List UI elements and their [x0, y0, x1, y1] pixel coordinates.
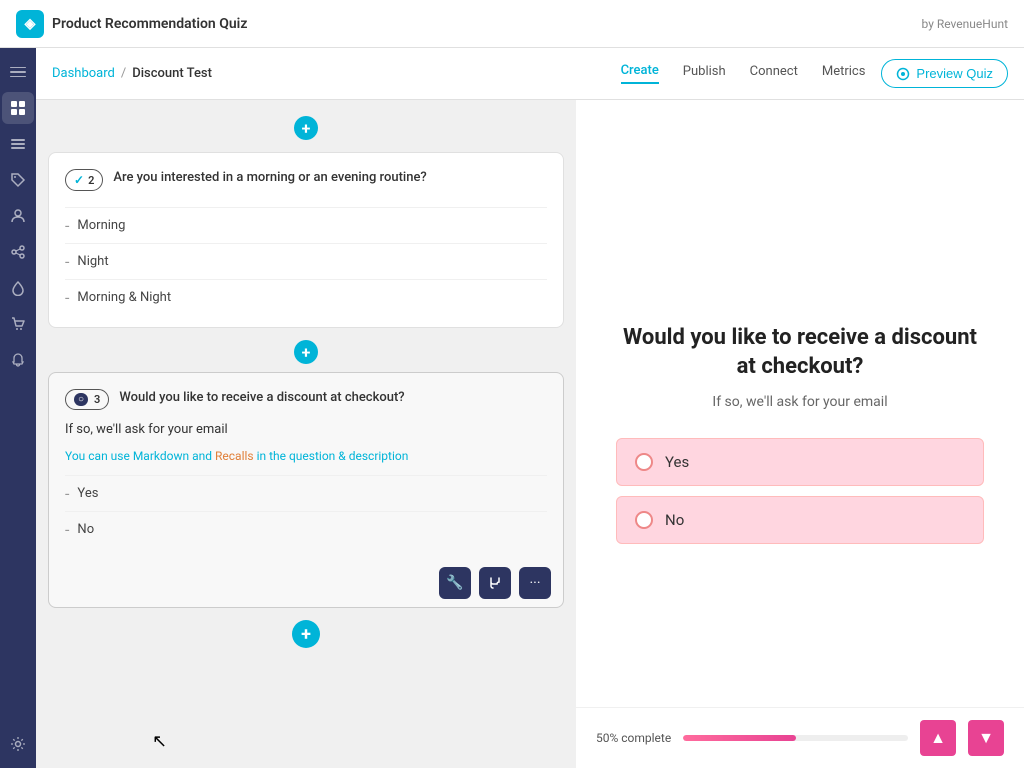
- toggle-icon: ○: [74, 393, 88, 406]
- card-3-options: - Yes - No: [49, 471, 563, 559]
- wrench-button[interactable]: 🔧: [439, 567, 471, 599]
- option-yes-label: Yes: [77, 486, 98, 501]
- bullet-icon: -: [65, 484, 69, 503]
- option-no-label: No: [77, 522, 94, 537]
- cursor: ↖: [152, 731, 167, 752]
- card-3-footer: 🔧 ···: [49, 559, 563, 607]
- card-3-badge-number: 3: [94, 393, 100, 406]
- preview-bottom-bar: 50% complete ▲ ▼: [576, 707, 1024, 768]
- card-2-options: - Morning - Night - Morning & Night: [49, 203, 563, 327]
- radio-yes: [635, 453, 653, 471]
- sidebar-icon-list[interactable]: [2, 128, 34, 160]
- more-button[interactable]: ···: [519, 567, 551, 599]
- quiz-card-2: ✓ 2 Are you interested in a morning or a…: [48, 152, 564, 328]
- card-3-badge[interactable]: ○ 3: [65, 389, 109, 410]
- preview-options: Yes No: [616, 438, 984, 544]
- hint-markdown-link[interactable]: Markdown: [133, 449, 189, 463]
- card-3-header: ○ 3 Would you like to receive a discount…: [49, 373, 563, 422]
- preview-btn-label: Preview Quiz: [916, 66, 993, 81]
- preview-question-text: Would you like to receive a discount at …: [616, 324, 984, 381]
- hint-recalls-link[interactable]: Recalls: [215, 449, 254, 463]
- sidebar: [0, 48, 36, 768]
- card-2-option-3[interactable]: - Morning & Night: [65, 279, 547, 315]
- progress-bar-fill: [683, 735, 795, 741]
- add-question-top-btn[interactable]: +: [294, 116, 318, 140]
- right-panel: Would you like to receive a discount at …: [576, 100, 1024, 768]
- card-3-option-no[interactable]: - No: [65, 511, 547, 547]
- tab-connect[interactable]: Connect: [750, 64, 798, 83]
- app-logo: ◈ Product Recommendation Quiz: [16, 10, 922, 38]
- preview-description-text: If so, we'll ask for your email: [712, 394, 887, 410]
- left-panel: + ✓ 2 Are you interested in a morning or…: [36, 100, 576, 768]
- breadcrumb-dashboard[interactable]: Dashboard: [52, 66, 115, 81]
- nav-arrow-down[interactable]: ▼: [968, 720, 1004, 756]
- logo-icon: ◈: [16, 10, 44, 38]
- tab-publish[interactable]: Publish: [683, 64, 726, 83]
- hint-prefix: You can use: [65, 449, 133, 463]
- card-3-question[interactable]: Would you like to receive a discount at …: [119, 389, 404, 407]
- attribution: by RevenueHunt: [922, 17, 1008, 31]
- option-morning-night-label: Morning & Night: [77, 290, 171, 305]
- nav-arrow-up[interactable]: ▲: [920, 720, 956, 756]
- bullet-icon: -: [65, 288, 69, 307]
- breadcrumb-current: Discount Test: [132, 66, 212, 81]
- card-3-option-yes[interactable]: - Yes: [65, 475, 547, 511]
- preview-quiz-button[interactable]: Preview Quiz: [881, 59, 1008, 88]
- preview-option-yes[interactable]: Yes: [616, 438, 984, 486]
- preview-no-label: No: [665, 511, 684, 529]
- add-question-bottom-btn[interactable]: +: [292, 620, 320, 648]
- branch-button[interactable]: [479, 567, 511, 599]
- sidebar-icon-drop[interactable]: [2, 272, 34, 304]
- navbar: Dashboard / Discount Test Create Publish…: [36, 48, 1024, 100]
- sidebar-icon-user[interactable]: [2, 200, 34, 232]
- nav-tabs: Create Publish Connect Metrics: [621, 63, 866, 84]
- sidebar-icon-bell[interactable]: [2, 344, 34, 376]
- main-layout: + ✓ 2 Are you interested in a morning or…: [36, 100, 1024, 768]
- card-2-question[interactable]: Are you interested in a morning or an ev…: [113, 169, 426, 187]
- progress-label: 50% complete: [596, 731, 671, 745]
- card-2-option-1[interactable]: - Morning: [65, 207, 547, 243]
- quiz-editor-scroll[interactable]: + ✓ 2 Are you interested in a morning or…: [36, 100, 576, 768]
- hint-middle: and: [189, 449, 215, 463]
- tab-create[interactable]: Create: [621, 63, 659, 84]
- card-2-header: ✓ 2 Are you interested in a morning or a…: [49, 153, 563, 203]
- sidebar-icon-cart[interactable]: [2, 308, 34, 340]
- radio-no: [635, 511, 653, 529]
- bullet-icon: -: [65, 520, 69, 539]
- sidebar-icon-settings[interactable]: [2, 728, 34, 760]
- app-title: Product Recommendation Quiz: [52, 16, 247, 32]
- card-3-description-input[interactable]: If so, we'll ask for your email: [49, 422, 563, 445]
- option-night-label: Night: [77, 254, 108, 269]
- card-2-option-2[interactable]: - Night: [65, 243, 547, 279]
- add-question-mid-btn[interactable]: +: [294, 340, 318, 364]
- quiz-card-3: ○ 3 Would you like to receive a discount…: [48, 372, 564, 608]
- option-morning-label: Morning: [77, 218, 125, 233]
- breadcrumb: Dashboard / Discount Test: [52, 66, 621, 81]
- sidebar-icon-connect[interactable]: [2, 236, 34, 268]
- breadcrumb-separator: /: [121, 66, 126, 81]
- bullet-icon: -: [65, 216, 69, 235]
- sidebar-icon-tag[interactable]: [2, 164, 34, 196]
- sidebar-icon-grid[interactable]: [2, 92, 34, 124]
- topbar: ◈ Product Recommendation Quiz by Revenue…: [0, 0, 1024, 48]
- card-2-badge[interactable]: ✓ 2: [65, 169, 103, 191]
- preview-option-no[interactable]: No: [616, 496, 984, 544]
- tab-metrics[interactable]: Metrics: [822, 64, 866, 83]
- card-2-badge-number: 2: [88, 174, 94, 187]
- sidebar-icon-hamburger[interactable]: [2, 56, 34, 88]
- hint-suffix: in the question & description: [254, 449, 409, 463]
- card-3-hint: You can use Markdown and Recalls in the …: [49, 445, 563, 471]
- badge-check-icon: ✓: [74, 173, 84, 187]
- progress-bar: [683, 735, 908, 741]
- preview-yes-label: Yes: [665, 453, 689, 471]
- bullet-icon: -: [65, 252, 69, 271]
